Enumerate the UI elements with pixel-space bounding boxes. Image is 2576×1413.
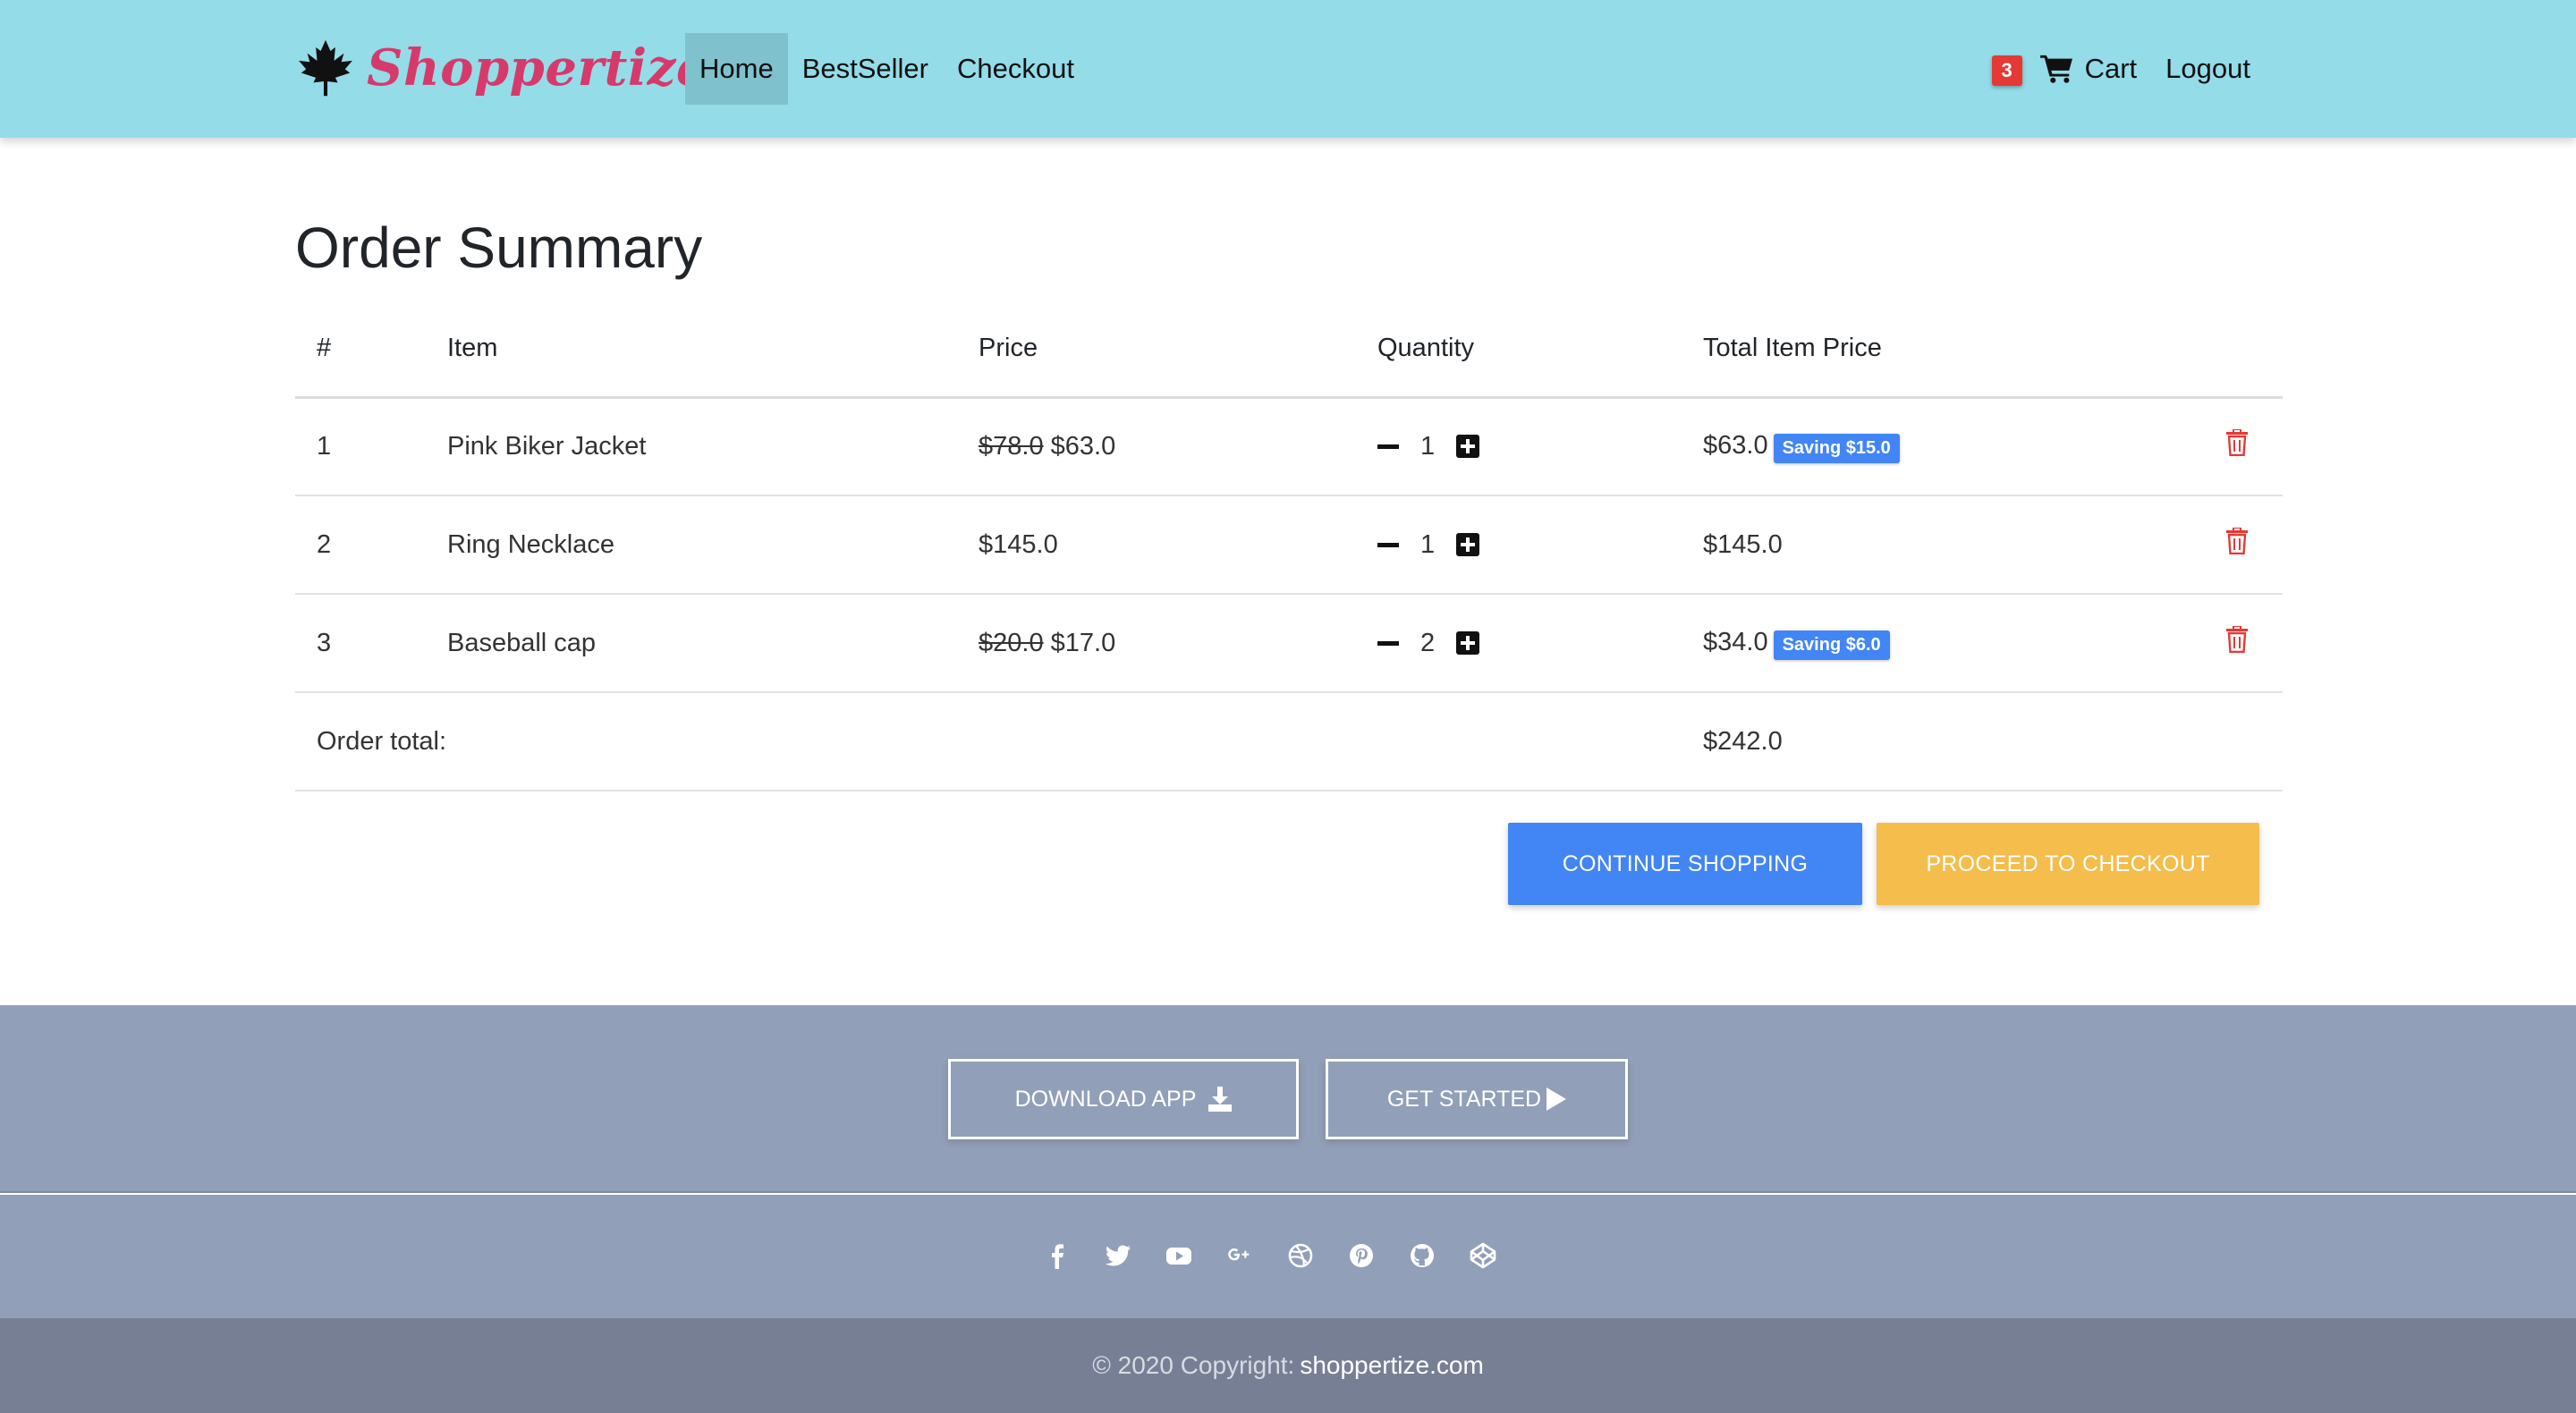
original-price: $20.0 [979,628,1044,657]
social-links [1038,1236,1503,1275]
saving-badge: Saving $15.0 [1773,434,1900,464]
nav-bestseller[interactable]: BestSeller [788,33,943,105]
brand-logo[interactable]: Shoppertize [295,32,708,104]
item-name: Ring Necklace [447,495,979,595]
codepen-icon[interactable] [1463,1236,1503,1275]
order-total-row: Order total: $242.0 [295,692,2283,791]
column-header-price: Price [979,300,1377,399]
table-header-row: # Item Price Quantity Total Item Price [295,300,2283,399]
column-header-quantity: Quantity [1377,300,1703,399]
row-actions [2168,594,2283,693]
nav-checkout[interactable]: Checkout [943,33,1089,105]
table-row: 1 Pink Biker Jacket $78.0 $63.0 1 $63.0 … [295,397,2283,496]
trash-icon[interactable] [2225,429,2249,457]
download-app-button[interactable]: Download app [948,1059,1299,1139]
cart-count-badge: 3 [1991,55,2022,86]
item-total: $34.0 Saving $6.0 [1703,594,2168,693]
item-total-value: $63.0 [1703,431,1768,461]
logout-link[interactable]: Logout [2151,33,2265,105]
plus-square-icon[interactable] [1456,533,1480,556]
quantity-stepper: 2 [1377,594,1703,693]
brand-name: Shoppertize [367,38,709,97]
nav-right: 3 Cart Logout [1991,33,2265,105]
item-total: $63.0 Saving $15.0 [1703,397,2168,496]
quantity-value: 2 [1420,628,1436,657]
column-header-number: # [295,300,447,399]
copyright-text: © 2020 Copyright: [1092,1351,1295,1379]
item-total: $145.0 [1703,495,2168,595]
item-name: Baseball cap [447,594,979,693]
item-total-value: $145.0 [1703,529,1783,559]
nav-home[interactable]: Home [685,33,788,105]
site-link[interactable]: shoppertize.com [1300,1351,1483,1380]
row-number: 1 [295,397,447,496]
google-plus-icon[interactable] [1220,1236,1259,1275]
order-total-label: Order total: [295,692,1703,791]
saving-badge: Saving $6.0 [1773,630,1890,660]
pinterest-icon[interactable] [1342,1236,1381,1275]
column-header-actions [2168,300,2283,399]
maple-leaf-icon [299,39,352,97]
plus-square-icon[interactable] [1456,631,1480,655]
trash-icon[interactable] [2225,528,2249,554]
discounted-price: $17.0 [1050,628,1116,657]
youtube-icon[interactable] [1159,1236,1199,1275]
item-name: Pink Biker Jacket [447,397,979,496]
continue-shopping-button[interactable]: Continue shopping [1508,823,1862,905]
get-started-label: Get started [1386,1086,1542,1112]
order-table: # Item Price Quantity Total Item Price 1… [295,300,2283,791]
cart-label: Cart [2084,53,2138,84]
discounted-price: $63.0 [1050,431,1116,461]
row-number: 3 [295,594,447,693]
download-app-label: Download app [1014,1086,1197,1112]
table-row: 2 Ring Necklace $145.0 1 $145.0 [295,495,2283,595]
column-header-total: Total Item Price [1703,300,2168,399]
row-actions [2168,397,2283,496]
cart-link[interactable]: Cart [2039,33,2152,105]
minus-icon[interactable] [1377,542,1399,547]
dribbble-icon[interactable] [1281,1236,1320,1275]
play-icon [1546,1087,1567,1111]
trash-icon[interactable] [2225,626,2249,653]
item-price: $145.0 [979,495,1377,595]
item-total-value: $34.0 [1703,628,1768,657]
minus-icon[interactable] [1377,640,1399,646]
plus-square-icon[interactable] [1456,435,1480,459]
github-icon[interactable] [1402,1236,1442,1275]
item-price-value: $145.0 [979,529,1058,559]
original-price: $78.0 [979,431,1044,461]
proceed-to-checkout-button[interactable]: Proceed to checkout [1877,823,2259,905]
download-icon [1208,1087,1233,1112]
item-price: $20.0 $17.0 [979,594,1377,693]
facebook-icon[interactable] [1038,1236,1077,1275]
quantity-value: 1 [1420,529,1436,559]
row-number: 2 [295,495,447,595]
footer-copyright: © 2020 Copyright: shoppertize.com [0,1318,2576,1413]
shopping-cart-icon [2039,55,2072,83]
table-row: 3 Baseball cap $20.0 $17.0 2 $34.0 Savin… [295,594,2283,693]
page-title: Order Summary [295,216,703,280]
quantity-stepper: 1 [1377,397,1703,496]
nav-links: Home BestSeller Checkout [685,33,1089,105]
quantity-value: 1 [1420,431,1436,461]
navbar: Shoppertize Home BestSeller Checkout 3 C… [0,0,2576,138]
quantity-stepper: 1 [1377,495,1703,595]
row-actions [2168,495,2283,595]
item-price: $78.0 $63.0 [979,397,1377,496]
column-header-item: Item [447,300,979,399]
order-total-value: $242.0 [1703,692,2283,791]
minus-icon[interactable] [1377,444,1399,449]
get-started-button[interactable]: Get started [1326,1059,1628,1139]
twitter-icon[interactable] [1098,1236,1138,1275]
